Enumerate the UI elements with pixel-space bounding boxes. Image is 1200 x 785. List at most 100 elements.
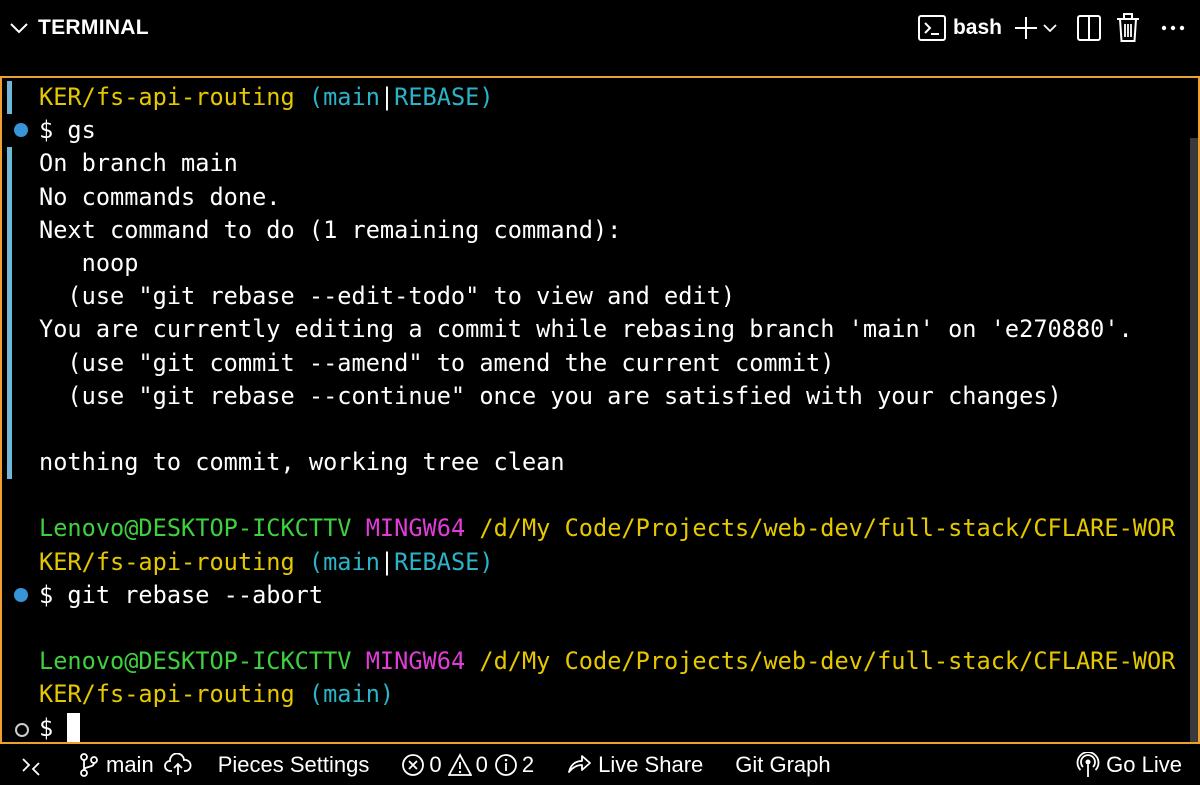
command-pending-marker[interactable] bbox=[15, 722, 29, 737]
panel-actions: bash bbox=[907, 12, 1186, 44]
error-icon bbox=[401, 753, 425, 777]
cloud-upload-icon bbox=[163, 752, 192, 777]
info-icon bbox=[494, 753, 518, 777]
terminal-text-segment: Next command to do (1 remaining command)… bbox=[39, 215, 622, 244]
terminal-line: $ git rebase --abort bbox=[14, 579, 1190, 612]
split-editor-icon bbox=[1076, 14, 1102, 42]
terminal-text-segment: MINGW64 bbox=[351, 647, 466, 676]
terminal-text-segment: noop bbox=[39, 248, 139, 277]
panel-header: TERMINAL bash bbox=[0, 0, 1200, 56]
more-actions-button[interactable] bbox=[1160, 12, 1186, 44]
terminal-line: You are currently editing a commit while… bbox=[39, 313, 1190, 346]
terminal-line: KER/fs-api-routing (main|REBASE) bbox=[39, 81, 1190, 114]
terminal-text-segment: On branch main bbox=[39, 149, 238, 178]
command-success-marker[interactable] bbox=[14, 587, 28, 602]
git-graph-button[interactable]: Git Graph bbox=[735, 744, 830, 785]
status-bar: main Pieces Settings 0 0 2 Live Share Gi… bbox=[0, 744, 1200, 785]
terminal-text-segment: | bbox=[379, 83, 395, 111]
command-decoration-bar bbox=[7, 147, 12, 479]
branch-indicator[interactable]: main bbox=[78, 744, 154, 785]
terminal-cursor bbox=[67, 712, 81, 742]
terminal-text-segment: /d/My Code/Projects/web-dev/full-stack/C… bbox=[465, 647, 1176, 676]
split-terminal-button[interactable] bbox=[1076, 12, 1102, 44]
terminal-line: Lenovo@DESKTOP-ICKCTTV MINGW64 /d/My Cod… bbox=[39, 645, 1190, 678]
chevron-down-icon bbox=[8, 17, 30, 39]
terminal-viewport[interactable]: KER/fs-api-routing (main|REBASE) $ gs On b… bbox=[0, 76, 1200, 744]
broadcast-icon bbox=[1076, 751, 1100, 778]
sync-button[interactable] bbox=[163, 744, 192, 785]
terminal-scrollbar[interactable] bbox=[1190, 138, 1198, 742]
terminal-line: Lenovo@DESKTOP-ICKCTTV MINGW64 /d/My Cod… bbox=[39, 512, 1190, 545]
chevron-down-icon bbox=[1042, 20, 1058, 36]
terminal-text-segment: $ gs bbox=[39, 116, 96, 145]
terminal-line: On branch main bbox=[39, 147, 1190, 180]
panel-title: TERMINAL bbox=[38, 16, 149, 39]
terminal-text-segment: REBASE) bbox=[394, 547, 494, 576]
terminal-line: (use "git rebase --continue" once you ar… bbox=[39, 380, 1190, 413]
terminal-text-segment: (main) bbox=[294, 680, 395, 709]
terminal-line: nothing to commit, working tree clean bbox=[39, 446, 1190, 479]
command-decoration-bar bbox=[7, 81, 12, 114]
live-share-label: Live Share bbox=[598, 751, 704, 777]
terminal-line: KER/fs-api-routing (main|REBASE) bbox=[39, 546, 1190, 579]
terminal-icon bbox=[917, 13, 947, 43]
terminal-text-segment: nothing to commit, working tree clean bbox=[39, 448, 565, 477]
git-graph-label: Git Graph bbox=[735, 751, 831, 777]
info-count: 2 bbox=[521, 751, 535, 777]
terminal-text-segment: No commands done. bbox=[39, 182, 281, 211]
terminal-shell-selector[interactable]: bash bbox=[917, 12, 1002, 44]
warning-count: 0 bbox=[475, 751, 488, 777]
terminal-text-segment: KER/fs-api-routing bbox=[39, 83, 295, 111]
terminal-line: (use "git rebase --edit-todo" to view an… bbox=[39, 280, 1190, 313]
terminal-text-segment: MINGW64 bbox=[351, 514, 466, 543]
terminal-text-segment: $ git rebase --abort bbox=[39, 580, 324, 609]
branch-name: main bbox=[106, 751, 154, 777]
terminal-line: KER/fs-api-routing (main) bbox=[39, 678, 1190, 711]
ellipsis-icon bbox=[1160, 24, 1186, 32]
kill-terminal-button[interactable] bbox=[1116, 12, 1140, 44]
problems-indicator[interactable]: 0 0 2 bbox=[401, 744, 534, 785]
terminal-text-segment: (main bbox=[294, 83, 380, 111]
source-branch-icon bbox=[78, 752, 100, 778]
terminal-line: $ gs bbox=[14, 114, 1190, 147]
terminal-text-segment: Lenovo@DESKTOP-ICKCTTV bbox=[39, 514, 352, 543]
remote-icon bbox=[20, 753, 46, 777]
terminal-text-segment: KER/fs-api-routing bbox=[39, 680, 295, 709]
terminal-text-segment: | bbox=[379, 547, 395, 576]
terminal-text-segment: (use "git rebase --edit-todo" to view an… bbox=[39, 282, 736, 311]
warning-icon bbox=[447, 752, 472, 777]
terminal-text-segment: KER/fs-api-routing bbox=[39, 547, 295, 576]
shell-name: bash bbox=[952, 16, 1002, 39]
terminal-text-segment: (use "git commit --amend" to amend the c… bbox=[39, 348, 835, 377]
terminal-text-segment: Lenovo@DESKTOP-ICKCTTV bbox=[39, 647, 352, 676]
terminal-line: noop bbox=[39, 247, 1190, 280]
terminal-line: $ bbox=[15, 712, 1190, 742]
terminal-text-segment: (main bbox=[294, 547, 380, 576]
remote-indicator[interactable] bbox=[20, 744, 46, 785]
live-share-icon bbox=[566, 752, 592, 778]
terminal-section-toggle[interactable]: TERMINAL bbox=[8, 14, 149, 42]
launch-profile-dropdown[interactable] bbox=[1042, 12, 1058, 44]
error-count: 0 bbox=[429, 751, 442, 777]
terminal-text-segment: REBASE) bbox=[394, 83, 494, 111]
terminal-text-segment: /d/My Code/Projects/web-dev/full-stack/C… bbox=[465, 514, 1176, 543]
plus-icon bbox=[1012, 14, 1040, 42]
pieces-settings[interactable]: Pieces Settings bbox=[218, 744, 370, 785]
terminal-line: (use "git commit --amend" to amend the c… bbox=[39, 347, 1190, 380]
terminal-text-segment: You are currently editing a commit while… bbox=[39, 315, 1133, 344]
live-share-button[interactable]: Live Share bbox=[566, 744, 703, 785]
terminal-output: KER/fs-api-routing (main|REBASE) $ gs On b… bbox=[14, 81, 1190, 742]
terminal-text-segment: (use "git rebase --continue" once you ar… bbox=[39, 381, 1062, 410]
go-live-button[interactable]: Go Live bbox=[1076, 744, 1182, 785]
new-terminal-button[interactable] bbox=[1012, 12, 1040, 44]
terminal-line: No commands done. bbox=[39, 181, 1190, 214]
terminal-text-segment: $ bbox=[39, 713, 68, 742]
trash-icon bbox=[1116, 13, 1140, 43]
command-success-marker[interactable] bbox=[14, 123, 28, 138]
terminal-line: Next command to do (1 remaining command)… bbox=[39, 214, 1190, 247]
pieces-settings-label: Pieces Settings bbox=[217, 751, 370, 777]
go-live-label: Go Live bbox=[1106, 751, 1182, 777]
